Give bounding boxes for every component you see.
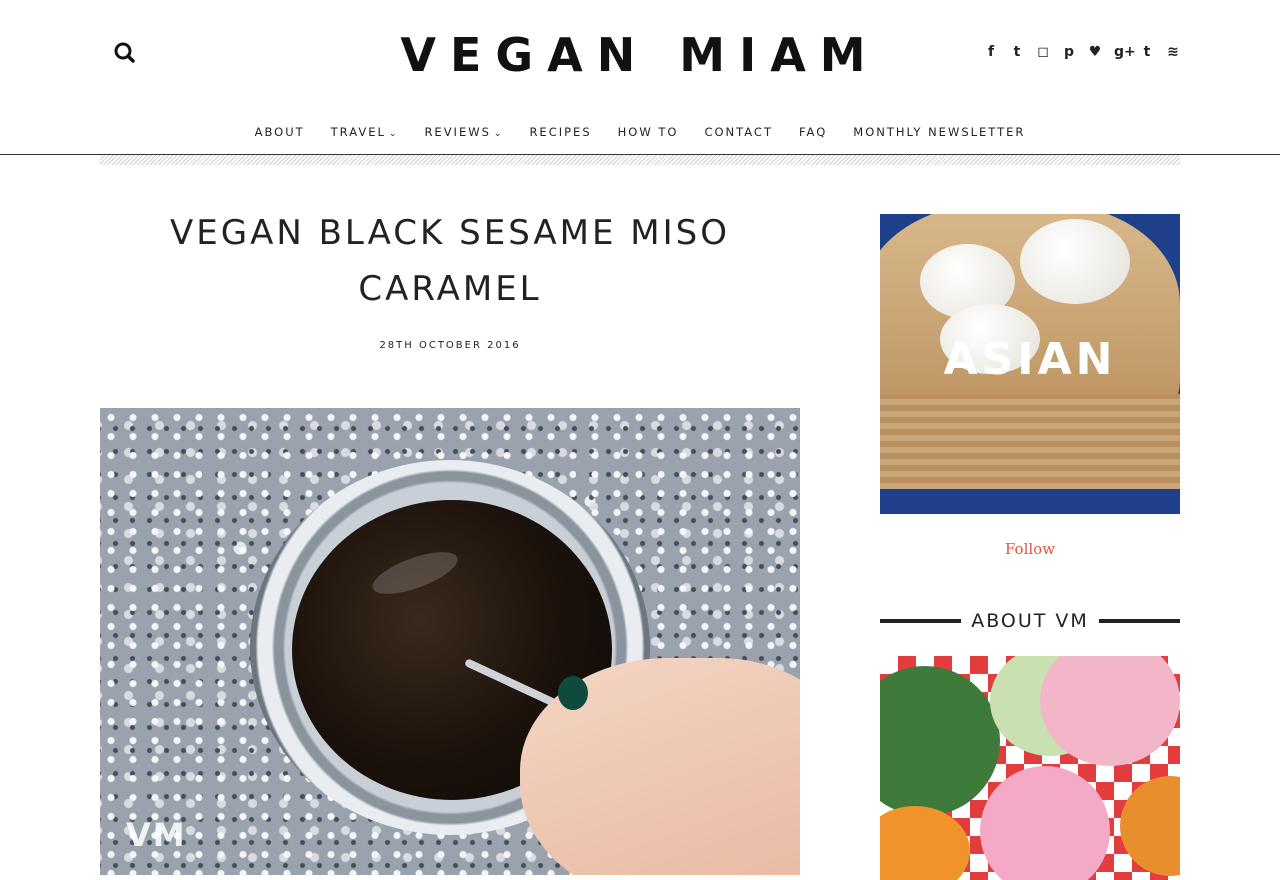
bloglovin-heart-icon[interactable]: ♥ — [1088, 44, 1102, 60]
nav-item-about[interactable]: ABOUT — [242, 125, 318, 139]
nav-label: ABOUT — [254, 125, 305, 139]
facebook-icon[interactable]: f — [984, 44, 998, 60]
nav-item-how-to[interactable]: HOW TO — [605, 125, 692, 139]
post-hero-image[interactable]: VM — [100, 408, 800, 875]
hatch-divider — [100, 155, 1180, 165]
watermark-logo: VM — [126, 816, 187, 854]
greens-plate — [880, 666, 1000, 816]
banner-label: ASIAN — [943, 334, 1117, 385]
about-heading: ABOUT VM — [880, 606, 1181, 636]
nav-label: HOW TO — [617, 125, 679, 139]
instagram-icon[interactable]: ◻ — [1036, 44, 1050, 60]
tumblr-icon[interactable]: t — [1140, 44, 1154, 60]
chevron-down-icon: ⌄ — [388, 129, 399, 139]
nav-item-faq[interactable]: FAQ — [786, 125, 840, 139]
twitter-icon[interactable]: t — [1010, 44, 1024, 60]
nav-label: REVIEWS — [424, 125, 491, 139]
pink-plate — [980, 766, 1110, 880]
nail — [558, 676, 588, 710]
rss-icon[interactable]: ≋ — [1166, 44, 1180, 60]
steamed-bun — [1020, 219, 1130, 304]
follow-link[interactable]: Follow — [880, 540, 1180, 558]
about-heading-text: ABOUT VM — [971, 610, 1089, 632]
nav-item-recipes[interactable]: RECIPES — [516, 125, 604, 139]
nav-label: RECIPES — [529, 125, 592, 139]
flowers — [880, 806, 970, 880]
nav-item-monthly-newsletter[interactable]: MONTHLY NEWSLETTER — [840, 125, 1038, 139]
nav-item-contact[interactable]: CONTACT — [691, 125, 786, 139]
chevron-down-icon: ⌄ — [493, 129, 504, 139]
nav-label: MONTHLY NEWSLETTER — [853, 125, 1026, 139]
nav-item-reviews[interactable]: REVIEWS ⌄ — [411, 125, 516, 139]
orange-plate — [1120, 776, 1180, 876]
about-image[interactable] — [880, 656, 1180, 880]
site-logo[interactable]: VEGAN MIAM — [390, 30, 890, 80]
nav-label: TRAVEL — [330, 125, 386, 139]
search-icon[interactable] — [112, 40, 138, 66]
main-nav: ABOUT TRAVEL ⌄ REVIEWS ⌄ RECIPES HOW TO CO… — [0, 110, 1280, 155]
nav-label: CONTACT — [704, 125, 773, 139]
site-header: VEGAN MIAM f t ◻ p ♥ g+ t ≋ — [0, 0, 1280, 110]
post-date: 28TH OCTOBER 2016 — [379, 340, 521, 351]
pinterest-icon[interactable]: p — [1062, 44, 1076, 60]
steamer-rim — [880, 394, 1180, 489]
heading-rule — [1098, 619, 1181, 623]
google-plus-icon[interactable]: g+ — [1114, 44, 1136, 60]
heading-rule — [880, 619, 962, 623]
social-links: f t ◻ p ♥ g+ t ≋ — [984, 44, 1180, 60]
post-title[interactable]: VEGAN BLACK SESAME MISO CARAMEL — [100, 205, 800, 317]
asian-category-banner[interactable]: ASIAN — [880, 214, 1180, 514]
nav-label: FAQ — [798, 125, 828, 139]
nav-item-travel[interactable]: TRAVEL ⌄ — [318, 125, 412, 139]
